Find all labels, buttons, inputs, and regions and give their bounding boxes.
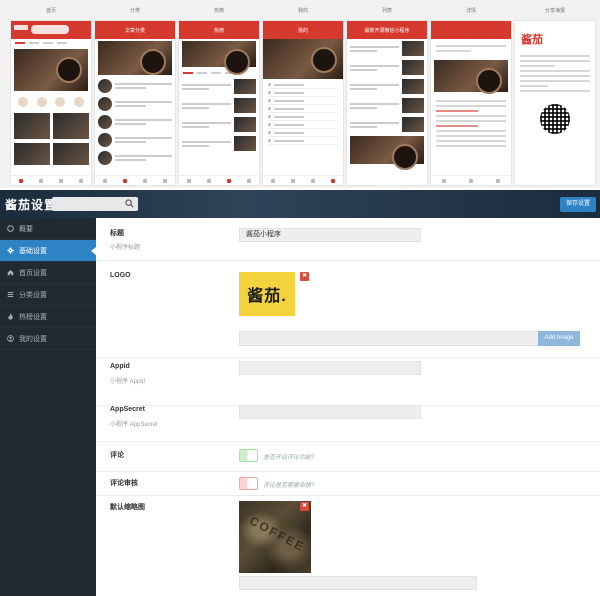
preview-caption: 热榜 [213, 8, 224, 14]
form-row-comment: 评论 是否开启评论功能? [96, 442, 600, 472]
sidebar: 概要 基础设置 首页设置 分类设置 热榜设置 我的设置 [0, 218, 96, 596]
form-row-title: 标题 小程序标题 酱茄小程序 [96, 218, 600, 261]
default-thumbnail-image: COFFEE [239, 501, 311, 573]
preview-caption: 首页 [45, 8, 56, 14]
settings-form: 标题 小程序标题 酱茄小程序 LOGO 酱茄. ✖ Add Image Appi… [96, 218, 600, 596]
form-row-appid: Appid 小程序 Appid [96, 358, 600, 406]
toggle-hint: 评论是否需要审核? [263, 483, 315, 489]
sidebar-item-label: 概要 [19, 225, 33, 233]
phone-preview-mine: 我的 [262, 20, 344, 186]
field-label: 标题 [110, 230, 124, 237]
sidebar-item-category-settings[interactable]: 分类设置 [0, 284, 96, 306]
search-icon[interactable] [125, 199, 134, 208]
preview-caption: 分类 [129, 8, 140, 14]
circle-icon [7, 225, 14, 232]
toggle-hint: 是否开启评论功能? [263, 455, 315, 461]
field-label: 默认缩略图 [110, 504, 145, 511]
field-sublabel: 小程序 Appid [110, 379, 146, 385]
admin-header: 酱茄设置 保存设置 [0, 190, 600, 218]
search-input[interactable] [52, 197, 138, 211]
sidebar-item-label: 热榜设置 [19, 313, 47, 321]
form-row-appsecret: AppSecret 小程序 AppSecret [96, 405, 600, 442]
phone-title: 热榜 [179, 21, 259, 39]
sidebar-item-hot-settings[interactable]: 热榜设置 [0, 306, 96, 328]
app-title: 酱茄设置 [5, 198, 58, 212]
sidebar-item-overview[interactable]: 概要 [0, 218, 96, 240]
logo-image: 酱茄. [239, 272, 295, 316]
preview-caption: 详情 [465, 8, 476, 14]
logo-url-input[interactable] [239, 331, 539, 346]
sidebar-item-mine-settings[interactable]: 我的设置 [0, 328, 96, 350]
fire-icon [8, 313, 13, 320]
sidebar-item-label: 分类设置 [19, 291, 47, 299]
title-input[interactable]: 酱茄小程序 [239, 228, 421, 242]
phone-title: 文章分类 [95, 21, 175, 39]
sidebar-item-label: 我的设置 [19, 335, 47, 343]
appsecret-input[interactable] [239, 405, 421, 419]
user-icon [7, 335, 14, 342]
thumbnail-text: COFFEE [247, 513, 308, 555]
form-row-comment-review: 评论审核 评论是否需要审核? [96, 472, 600, 496]
delete-thumbnail-icon[interactable]: ✖ [300, 502, 309, 511]
sidebar-item-home-settings[interactable]: 首页设置 [0, 262, 96, 284]
qr-code-icon [540, 104, 570, 134]
field-label: LOGO [110, 272, 131, 279]
phone-preview-poster: 酱茄 [514, 20, 596, 186]
field-label: 评论审核 [110, 480, 138, 487]
field-sublabel: 小程序 AppSecret [110, 422, 158, 428]
appid-input[interactable] [239, 361, 421, 375]
preview-caption: 我的 [297, 8, 308, 14]
preview-caption: 分享海报 [544, 8, 565, 14]
comment-toggle[interactable] [239, 449, 258, 462]
phone-title: 我的 [263, 21, 343, 39]
gear-icon [7, 247, 14, 254]
phone-preview-list: 最新开源微信小程序 [346, 20, 428, 186]
phone-preview-hot: 热榜 [178, 20, 260, 186]
comment-review-toggle[interactable] [239, 477, 258, 490]
field-label: AppSecret [110, 406, 146, 413]
phone-preview-home [10, 20, 92, 186]
brand-logo: 酱茄 [521, 34, 543, 46]
phone-preview-detail [430, 20, 512, 186]
phone-preview-category: 文章分类 [94, 20, 176, 186]
home-icon [7, 270, 14, 276]
field-label: Appid [110, 363, 130, 370]
field-sublabel: 小程序标题 [110, 245, 141, 251]
preview-strip: 首页 分类 文章分类 热榜 热榜 我的 我的 列表 最新开源微信小程序 详情 分… [0, 0, 600, 188]
sidebar-item-label: 首页设置 [19, 269, 47, 277]
add-image-button[interactable]: Add Image [538, 331, 580, 346]
sidebar-item-label: 基础设置 [19, 247, 47, 255]
thumbnail-url-input[interactable] [239, 576, 477, 590]
save-button[interactable]: 保存设置 [559, 197, 596, 212]
preview-caption: 列表 [381, 8, 392, 14]
delete-logo-icon[interactable]: ✖ [300, 272, 309, 281]
phone-title: 最新开源微信小程序 [347, 21, 427, 39]
field-label: 评论 [110, 452, 124, 459]
sidebar-item-basic-settings[interactable]: 基础设置 [0, 240, 96, 262]
list-icon [7, 292, 14, 297]
